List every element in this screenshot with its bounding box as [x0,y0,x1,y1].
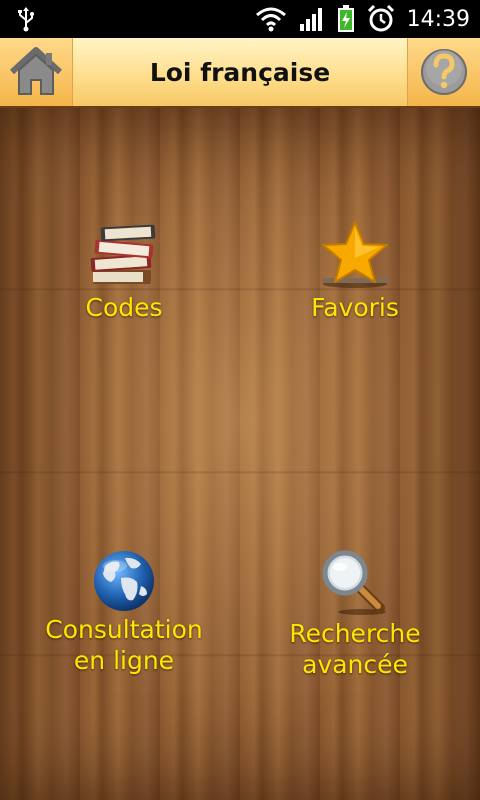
alarm-icon [367,5,394,32]
menu-label-favoris: Favoris [311,293,399,322]
help-button[interactable] [407,38,480,106]
signal-icon [299,8,322,31]
status-bar: 14:39 [0,0,480,38]
globe-icon [94,551,154,611]
help-icon [421,49,467,95]
menu-item-favoris[interactable]: Favoris [245,218,465,323]
magnifier-icon [322,550,386,615]
menu-label-codes: Codes [85,293,163,322]
status-time: 14:39 [406,6,470,32]
usb-icon [18,7,34,32]
menu-item-codes[interactable]: Codes [14,218,234,323]
home-button[interactable] [0,38,73,106]
main-menu: Codes Favoris Consultation en ligne Rech… [0,108,480,800]
menu-label-recherche: Recherche avancée [289,619,421,679]
page-title: Loi française [149,57,331,87]
wifi-icon [255,7,286,32]
books-icon [90,224,156,284]
menu-label-consultation: Consultation en ligne [45,615,203,675]
battery-charging-icon [337,5,354,32]
star-icon [322,221,388,288]
title-bar: Loi française [0,38,480,108]
menu-item-recherche[interactable]: Recherche avancée [245,548,465,680]
home-icon [9,47,63,95]
menu-item-consultation[interactable]: Consultation en ligne [14,548,234,676]
